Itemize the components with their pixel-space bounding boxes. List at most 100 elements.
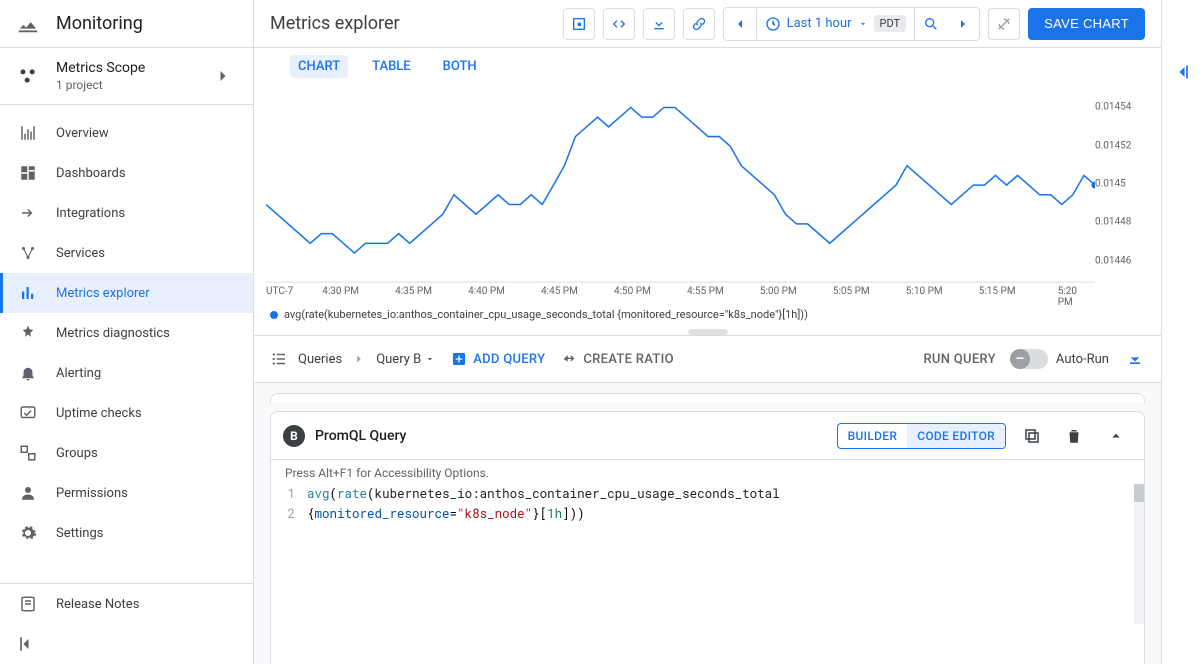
collapse-card-button[interactable] — [1100, 420, 1132, 452]
delete-button[interactable] — [1058, 420, 1090, 452]
sidebar-item-label: Uptime checks — [56, 406, 142, 421]
zoom-button[interactable] — [915, 8, 947, 40]
add-query-label: ADD QUERY — [473, 352, 545, 367]
timezone-chip: PDT — [874, 15, 907, 32]
chart-legend: avg(rate(kubernetes_io:anthos_container_… — [254, 304, 1161, 329]
sidebar-item-metrics-diagnostics[interactable]: Metrics diagnostics — [0, 313, 253, 353]
time-next-button[interactable] — [947, 8, 979, 40]
metrics-scope-row[interactable]: Metrics Scope 1 project — [0, 48, 253, 105]
sidebar-item-integrations[interactable]: Integrations — [0, 193, 253, 233]
time-prev-button[interactable] — [724, 8, 756, 40]
sidebar-item-label: Alerting — [56, 366, 101, 381]
sidebar: Monitoring Metrics Scope 1 project Overv… — [0, 0, 254, 664]
sidebar-item-permissions[interactable]: Permissions — [0, 473, 253, 513]
y-axis-labels: 0.014460.014480.01450.014520.01454 — [1095, 84, 1141, 284]
integration-icon — [16, 201, 40, 225]
caret-down-icon — [425, 354, 435, 364]
query-card-peek[interactable] — [270, 393, 1145, 403]
editor-mode-switch: BUILDER CODE EDITOR — [837, 423, 1006, 449]
sidebar-item-label: Permissions — [56, 486, 128, 501]
right-rail — [1161, 0, 1201, 664]
panel-icon-button[interactable] — [563, 8, 595, 40]
copy-button[interactable] — [1016, 420, 1048, 452]
sidebar-item-label: Metrics diagnostics — [56, 326, 170, 341]
run-query-button[interactable]: RUN QUERY — [923, 352, 995, 367]
page-header: Metrics explorer Last 1 hour PDT SAVE CH… — [254, 0, 1161, 48]
toggle-off-icon: – — [1010, 349, 1030, 369]
tab-both[interactable]: BOTH — [435, 55, 485, 78]
query-badge: B — [283, 425, 305, 447]
current-query-label: Query B — [376, 352, 421, 367]
query-scroll-area: B PromQL Query BUILDER CODE EDITOR Press… — [254, 383, 1161, 664]
page-title: Metrics explorer — [270, 13, 400, 34]
create-ratio-label: CREATE RATIO — [583, 352, 674, 367]
save-chart-button[interactable]: SAVE CHART — [1028, 8, 1145, 40]
time-range-group: Last 1 hour PDT — [723, 7, 981, 41]
sidebar-item-label: Settings — [56, 526, 103, 541]
sidebar-item-label: Integrations — [56, 206, 125, 221]
sidebar-item-label: Groups — [56, 446, 98, 461]
line-gutter: 12 — [271, 484, 303, 624]
plus-icon — [451, 351, 467, 367]
tab-chart[interactable]: CHART — [290, 55, 348, 78]
sidebar-item-label: Dashboards — [56, 166, 126, 181]
gear-icon — [16, 521, 40, 545]
time-range-label: Last 1 hour — [787, 16, 852, 31]
code-icon-button[interactable] — [603, 8, 635, 40]
sidebar-item-release-notes[interactable]: Release Notes — [0, 584, 253, 624]
query-toolbar: Queries Query B ADD QUERY CREATE RATIO R… — [254, 335, 1161, 383]
metrics-explorer-icon — [16, 281, 40, 305]
query-card-title: PromQL Query — [315, 428, 406, 444]
editor-hint: Press Alt+F1 for Accessibility Options. — [271, 460, 1144, 484]
time-range-picker[interactable]: Last 1 hour PDT — [756, 8, 916, 40]
sidebar-item-groups[interactable]: Groups — [0, 433, 253, 473]
caret-down-icon — [858, 19, 868, 29]
collapse-toolbar-button[interactable] — [1125, 349, 1145, 369]
sidebar-nav: Overview Dashboards Integrations Service… — [0, 105, 253, 583]
query-card-header: B PromQL Query BUILDER CODE EDITOR — [271, 412, 1144, 460]
legend-text: avg(rate(kubernetes_io:anthos_container_… — [284, 308, 808, 321]
sidebar-item-metrics-explorer[interactable]: Metrics explorer — [0, 273, 253, 313]
code-editor[interactable]: 12 avg(rate(kubernetes_io:anthos_contain… — [271, 484, 1144, 624]
main-area: Metrics explorer Last 1 hour PDT SAVE CH… — [254, 0, 1161, 664]
tab-table[interactable]: TABLE — [364, 55, 419, 78]
link-icon-button[interactable] — [683, 8, 715, 40]
sync-disabled-button[interactable] — [988, 8, 1020, 40]
sidebar-item-uptime[interactable]: Uptime checks — [0, 393, 253, 433]
sidebar-collapse-button[interactable] — [0, 624, 253, 664]
dashboard-icon — [16, 161, 40, 185]
download-icon-button[interactable] — [643, 8, 675, 40]
chart-box[interactable]: 0.014460.014480.01450.014520.01454 UTC-7… — [258, 84, 1145, 304]
sidebar-item-overview[interactable]: Overview — [0, 113, 253, 153]
sidebar-item-alerting[interactable]: Alerting — [0, 353, 253, 393]
diagnostics-icon — [16, 321, 40, 345]
auto-run-label: Auto-Run — [1056, 352, 1109, 367]
query-select-dropdown[interactable]: Query B — [376, 352, 435, 367]
add-query-button[interactable]: ADD QUERY — [451, 351, 545, 367]
code-editor-mode-button[interactable]: CODE EDITOR — [907, 424, 1005, 448]
expand-rail-button[interactable] — [1172, 62, 1192, 82]
builder-mode-button[interactable]: BUILDER — [838, 424, 908, 448]
clock-icon — [765, 16, 781, 32]
notes-icon — [16, 592, 40, 616]
sidebar-item-settings[interactable]: Settings — [0, 513, 253, 553]
code-content: avg(rate(kubernetes_io:anthos_container_… — [303, 484, 1134, 624]
auto-run-toggle[interactable]: – — [1012, 349, 1048, 369]
sidebar-item-dashboards[interactable]: Dashboards — [0, 153, 253, 193]
minimap[interactable] — [1134, 484, 1144, 624]
sidebar-item-label: Release Notes — [56, 597, 139, 612]
services-icon — [16, 241, 40, 265]
bell-icon — [16, 361, 40, 385]
x-axis-labels: UTC-74:30 PM4:35 PM4:40 PM4:45 PM4:50 PM… — [266, 286, 1095, 304]
queries-label: Queries — [298, 352, 342, 367]
groups-icon — [16, 441, 40, 465]
query-card: B PromQL Query BUILDER CODE EDITOR Press… — [270, 411, 1145, 664]
chart-area: 0.014460.014480.01450.014520.01454 UTC-7… — [254, 84, 1161, 304]
scope-title: Metrics Scope — [56, 60, 145, 76]
create-ratio-button[interactable]: CREATE RATIO — [561, 351, 674, 367]
product-header: Monitoring — [0, 0, 253, 48]
view-tabs: CHART TABLE BOTH — [254, 48, 1161, 84]
scope-icon — [16, 64, 40, 88]
sidebar-item-services[interactable]: Services — [0, 233, 253, 273]
scope-subtitle: 1 project — [56, 78, 145, 92]
